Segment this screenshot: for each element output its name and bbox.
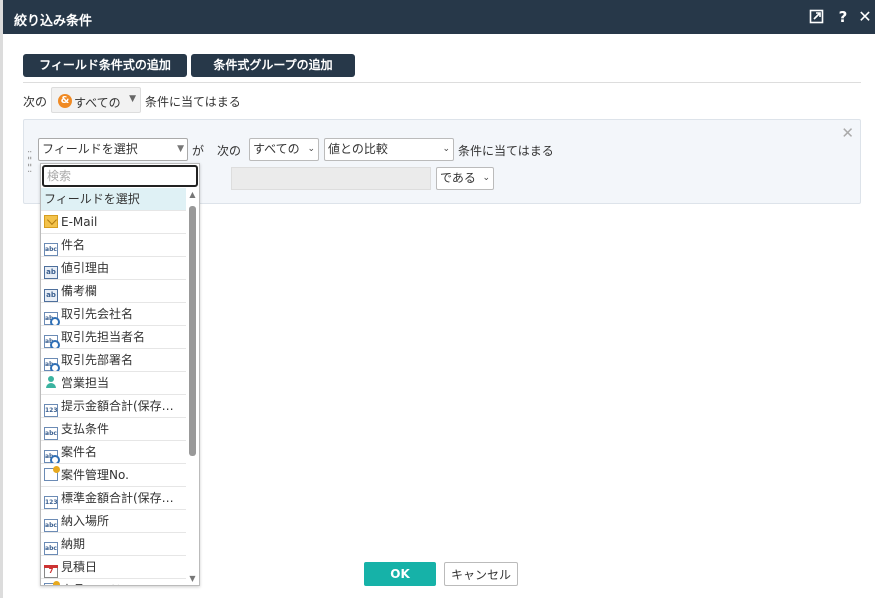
- scroll-up-icon[interactable]: ▲: [188, 190, 197, 199]
- chevron-down-icon: ⌄: [307, 144, 315, 154]
- field-option[interactable]: ab 備考欄: [41, 280, 186, 303]
- field-option[interactable]: abc 納期: [41, 533, 186, 556]
- memo-field-icon: ab: [44, 289, 58, 302]
- all-select-value: すべての: [253, 142, 300, 156]
- drag-handle-icon[interactable]: ⁚⁚ ⁚⁚ ⁚⁚: [27, 151, 32, 175]
- ok-button[interactable]: OK: [364, 562, 436, 586]
- field-option-label: 取引先会社名: [61, 307, 134, 321]
- field-option-label: 支払条件: [61, 422, 110, 436]
- key-field-icon: [44, 466, 60, 481]
- field-select-value: フィールドを選択: [42, 142, 138, 156]
- add-condition-group-button[interactable]: 条件式グループの追加: [191, 54, 355, 77]
- field-option-label: 見積日: [61, 560, 98, 574]
- lookup-field-icon: ab: [44, 335, 60, 348]
- text-field-icon: abc: [44, 542, 58, 555]
- mail-icon: [44, 215, 58, 228]
- dialog-title: 絞り込み条件: [14, 14, 93, 29]
- close-icon[interactable]: ✕: [857, 9, 873, 25]
- field-option[interactable]: 営業担当: [41, 372, 186, 395]
- text-field-icon: abc: [44, 427, 58, 440]
- field-option-label: 件名: [61, 238, 86, 252]
- filter-dialog: 絞り込み条件 ? ✕ フィールド条件式の追加 条件式グループの追加 次の & す…: [3, 0, 875, 598]
- field-option[interactable]: 123 標準金額合計(保存…: [41, 487, 186, 510]
- field-dropdown: フィールドを選択E-Mailabc件名ab値引理由ab備考欄ab取引先会社名ab…: [40, 163, 200, 586]
- scrollbar-thumb[interactable]: [189, 206, 196, 456]
- expand-icon[interactable]: [809, 9, 825, 25]
- condition-suffix-label: 条件に当てはまる: [458, 144, 554, 158]
- field-option-label: 商品コード: [61, 583, 121, 585]
- field-option[interactable]: フィールドを選択: [41, 188, 186, 211]
- key-field-icon: [44, 581, 60, 585]
- field-option-label: 値引理由: [61, 261, 110, 275]
- field-option[interactable]: 123 提示金額合計(保存…: [41, 395, 186, 418]
- field-option-label: 案件管理No.: [61, 468, 129, 482]
- field-option-label: 標準金額合計(保存…: [61, 491, 174, 505]
- field-option[interactable]: 案件管理No.: [41, 464, 186, 487]
- ga-label: が: [192, 144, 205, 158]
- field-option[interactable]: abc 件名: [41, 234, 186, 257]
- field-option[interactable]: ab 取引先部署名: [41, 349, 186, 372]
- field-option[interactable]: E-Mail: [41, 211, 186, 234]
- match-prefix-label: 次の: [23, 95, 48, 109]
- ampersand-icon: &: [58, 94, 72, 108]
- field-option-label: 納期: [61, 537, 86, 551]
- user-icon: [44, 376, 58, 389]
- field-option-label: 取引先部署名: [61, 353, 134, 367]
- field-option[interactable]: abc 納入場所: [41, 510, 186, 533]
- field-option-label: 備考欄: [61, 284, 98, 298]
- lookup-field-icon: ab: [44, 450, 60, 463]
- field-option-label: 提示金額合計(保存…: [61, 399, 174, 413]
- text-field-icon: abc: [44, 243, 58, 256]
- number-field-icon: 123: [44, 496, 58, 509]
- value-input: [231, 167, 431, 190]
- chevron-down-icon: ▼: [177, 144, 184, 154]
- field-option-label: 案件名: [61, 445, 98, 459]
- field-option[interactable]: ab 案件名: [41, 441, 186, 464]
- dropdown-scrollbar[interactable]: ▲ ▼: [188, 190, 197, 583]
- scroll-down-icon[interactable]: ▼: [188, 574, 197, 583]
- date-field-icon: 7: [44, 565, 58, 578]
- add-field-condition-button[interactable]: フィールド条件式の追加: [23, 54, 187, 77]
- remove-condition-icon[interactable]: ✕: [841, 124, 854, 142]
- match-type-select[interactable]: & すべての ▼: [51, 87, 141, 113]
- number-field-icon: 123: [44, 404, 58, 417]
- dialog-titlebar: 絞り込み条件 ? ✕: [3, 0, 875, 34]
- field-option-label: 取引先担当者名: [61, 330, 146, 344]
- compare-select-value: 値との比較: [328, 142, 388, 156]
- text-field-icon: abc: [44, 519, 58, 532]
- field-option-label: 営業担当: [61, 376, 110, 390]
- compare-select[interactable]: 値との比較 ⌄: [324, 138, 454, 161]
- field-option-label: 納入場所: [61, 514, 110, 528]
- lookup-field-icon: ab: [44, 358, 60, 371]
- field-list: フィールドを選択 E-Mail abc 件名 ab 値引理由 ab 備考欄 ab 取引先会社名 ab…: [41, 188, 186, 585]
- field-option[interactable]: abc 支払条件: [41, 418, 186, 441]
- field-option[interactable]: ab 値引理由: [41, 257, 186, 280]
- next-label: 次の: [217, 144, 242, 158]
- is-select[interactable]: である ⌄: [436, 167, 494, 190]
- all-select[interactable]: すべての ⌄: [249, 138, 319, 161]
- field-option[interactable]: ab 取引先会社名: [41, 303, 186, 326]
- help-icon[interactable]: ?: [835, 9, 851, 25]
- field-search-input[interactable]: [42, 165, 198, 187]
- chevron-down-icon: ⌄: [482, 173, 490, 183]
- field-option[interactable]: 7 見積日: [41, 556, 186, 579]
- field-select[interactable]: フィールドを選択 ▼: [38, 138, 188, 161]
- field-option-label: E-Mail: [61, 215, 98, 229]
- field-option[interactable]: ab 取引先担当者名: [41, 326, 186, 349]
- chevron-down-icon: ⌄: [442, 144, 450, 154]
- divider: [23, 82, 861, 83]
- match-type-value: すべての: [74, 96, 121, 110]
- cancel-button[interactable]: キャンセル: [444, 562, 518, 586]
- memo-field-icon: ab: [44, 266, 58, 279]
- chevron-down-icon: ▼: [129, 94, 136, 104]
- lookup-field-icon: ab: [44, 312, 60, 325]
- field-option-label: フィールドを選択: [44, 192, 140, 206]
- is-select-value: である: [440, 171, 476, 185]
- field-option[interactable]: 商品コード: [41, 579, 186, 585]
- match-suffix-label: 条件に当てはまる: [145, 95, 241, 109]
